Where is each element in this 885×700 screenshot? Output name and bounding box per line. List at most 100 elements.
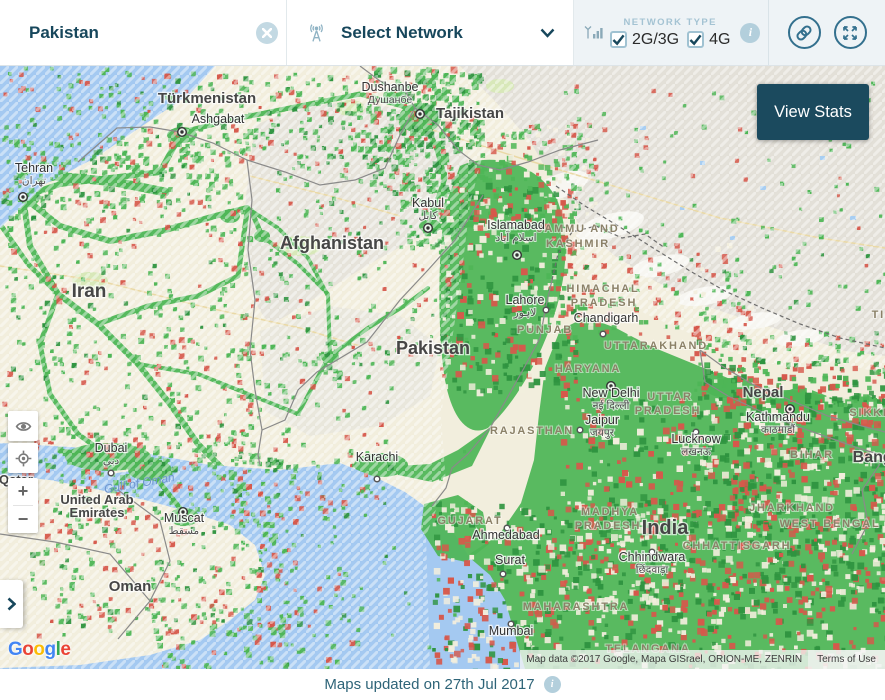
- footer-text: Maps updated on 27th Jul 2017: [324, 676, 534, 693]
- drawer-toggle[interactable]: [0, 580, 23, 628]
- svg-text:HARYANA: HARYANA: [555, 363, 621, 375]
- toggle-overlay-button[interactable]: [8, 411, 38, 441]
- zoom-out-button[interactable]: −: [8, 506, 38, 533]
- svg-text:تهران: تهران: [22, 175, 46, 187]
- checkbox[interactable]: [610, 31, 627, 48]
- network-type-group: NETWORK TYPE 2G/3G 4G: [610, 17, 730, 49]
- option-label: 4G: [709, 31, 730, 49]
- eye-icon: [15, 418, 32, 435]
- map-attribution-text: Map data ©2017 Google, Mapa GISrael, ORI…: [520, 650, 808, 669]
- svg-text:Muscat: Muscat: [164, 511, 205, 525]
- network-type-options: 2G/3G 4G: [610, 31, 730, 49]
- fullscreen-button[interactable]: [834, 16, 867, 49]
- google-logo[interactable]: Google: [8, 639, 70, 661]
- svg-text:Dushanbe: Dushanbe: [362, 80, 419, 94]
- signal-icon: [584, 24, 604, 41]
- map-area: TIBETJAMMU ANDKASHMIRHIMACHALPRADESHPUNJ…: [0, 66, 885, 669]
- svg-text:CHHATTISGARH: CHHATTISGARH: [683, 540, 792, 552]
- svg-text:TIBET: TIBET: [872, 309, 885, 321]
- zoom-control: + −: [8, 478, 38, 533]
- svg-text:Душанбе: Душанбе: [368, 94, 413, 106]
- svg-text:नई दिल्ली: नई दिल्ली: [593, 399, 630, 412]
- chevron-right-icon: [7, 597, 16, 611]
- share-link-button[interactable]: [788, 16, 821, 49]
- chevron-down-icon: [540, 28, 555, 38]
- svg-text:Kabul: Kabul: [412, 196, 444, 210]
- svg-text:Afghanistan: Afghanistan: [280, 233, 384, 253]
- svg-text:WEST BENGAL: WEST BENGAL: [779, 518, 880, 530]
- zoom-in-button[interactable]: +: [8, 478, 38, 505]
- svg-text:Ashgabat: Ashgabat: [192, 112, 245, 126]
- svg-text:JAMMU AND: JAMMU AND: [536, 223, 619, 235]
- svg-text:Tajikistan: Tajikistan: [436, 105, 504, 122]
- svg-text:PUNJAB: PUNJAB: [517, 324, 573, 336]
- terms-of-use-link[interactable]: Terms of Use: [808, 650, 885, 669]
- svg-text:Chandigarh: Chandigarh: [574, 311, 639, 325]
- svg-text:MAHARASHTRA: MAHARASHTRA: [523, 601, 630, 613]
- svg-text:Karachi: Karachi: [356, 450, 398, 464]
- svg-text:مسقط: مسقط: [169, 525, 200, 537]
- svg-text:MADHYA: MADHYA: [581, 506, 639, 518]
- network-type-section: NETWORK TYPE 2G/3G 4G i: [574, 0, 768, 65]
- svg-text:Chhindwara: Chhindwara: [619, 550, 686, 564]
- svg-text:जयपुर: जयपुर: [590, 427, 615, 439]
- footer: Maps updated on 27th Jul 2017 i: [0, 669, 885, 700]
- svg-text:काठमाडौं: काठमाडौं: [761, 423, 795, 436]
- svg-text:دبي: دبي: [103, 455, 120, 467]
- svg-text:KASHMIR: KASHMIR: [546, 238, 610, 250]
- svg-text:लखनऊ: लखनऊ: [681, 446, 712, 458]
- crosshair-icon: [15, 450, 32, 467]
- network-type-info-icon[interactable]: i: [740, 23, 760, 43]
- checkmark-icon: [612, 33, 625, 46]
- svg-text:UTTARAKHAND: UTTARAKHAND: [604, 340, 708, 352]
- svg-text:RAJASTHAN: RAJASTHAN: [490, 425, 574, 437]
- svg-text:Ahmedabad: Ahmedabad: [472, 528, 539, 542]
- option-label: 2G/3G: [632, 31, 679, 49]
- checkmark-icon: [689, 33, 702, 46]
- svg-text:Dubai: Dubai: [95, 441, 128, 455]
- svg-text:PRADESH: PRADESH: [575, 520, 641, 532]
- svg-text:New Delhi: New Delhi: [583, 386, 640, 400]
- svg-text:Iran: Iran: [72, 281, 107, 302]
- network-type-option-2g3g[interactable]: 2G/3G: [610, 31, 679, 49]
- expand-icon: [841, 24, 859, 42]
- svg-text:SIKKIM: SIKKIM: [849, 407, 885, 419]
- network-select-label: Select Network: [341, 23, 540, 43]
- svg-text:PRADESH: PRADESH: [635, 405, 701, 417]
- svg-text:GUJARAT: GUJARAT: [438, 515, 503, 527]
- search-input[interactable]: [29, 23, 256, 43]
- topbar-actions: [768, 0, 885, 65]
- svg-text:Jaipur: Jaipur: [585, 413, 619, 427]
- svg-text:Kathmandu: Kathmandu: [746, 410, 810, 424]
- svg-text:Bangladesh: Bangladesh: [853, 449, 885, 466]
- svg-text:Lucknow: Lucknow: [671, 432, 721, 446]
- svg-text:لاہور: لاہور: [513, 307, 537, 319]
- footer-info-icon[interactable]: i: [544, 676, 561, 693]
- svg-text:Lahore: Lahore: [506, 293, 545, 307]
- close-icon: [262, 28, 272, 38]
- svg-text:Surat: Surat: [495, 553, 525, 567]
- svg-text:Emirates: Emirates: [70, 505, 125, 520]
- svg-text:Islamabad: Islamabad: [487, 218, 545, 232]
- checkbox[interactable]: [687, 31, 704, 48]
- network-type-heading: NETWORK TYPE: [624, 17, 717, 28]
- svg-text:Tehran: Tehran: [15, 161, 53, 175]
- view-stats-button[interactable]: View Stats: [757, 84, 869, 140]
- locate-me-button[interactable]: [8, 443, 38, 473]
- svg-text:اسلام آباد: اسلام آباد: [495, 231, 536, 244]
- coverage-map-canvas[interactable]: TIBETJAMMU ANDKASHMIRHIMACHALPRADESHPUNJ…: [0, 66, 885, 669]
- svg-text:BIHAR: BIHAR: [790, 449, 834, 461]
- topbar: Select Network NETWORK TYPE 2G/3G 4G i: [0, 0, 885, 66]
- network-type-option-4g[interactable]: 4G: [687, 31, 730, 49]
- link-icon: [795, 24, 813, 42]
- clear-search-button[interactable]: [256, 22, 278, 44]
- svg-text:छिंदवाड़ा: छिंदवाड़ा: [636, 563, 669, 576]
- svg-text:UTTAR: UTTAR: [647, 391, 692, 403]
- svg-text:Pakistan: Pakistan: [396, 338, 470, 358]
- svg-text:Mumbai: Mumbai: [489, 624, 533, 638]
- svg-text:Nepal: Nepal: [743, 384, 784, 401]
- map-attribution: Map data ©2017 Google, Mapa GISrael, ORI…: [520, 650, 885, 669]
- svg-text:PRADESH: PRADESH: [571, 297, 637, 309]
- svg-text:India: India: [642, 517, 690, 539]
- network-select[interactable]: Select Network: [287, 0, 574, 65]
